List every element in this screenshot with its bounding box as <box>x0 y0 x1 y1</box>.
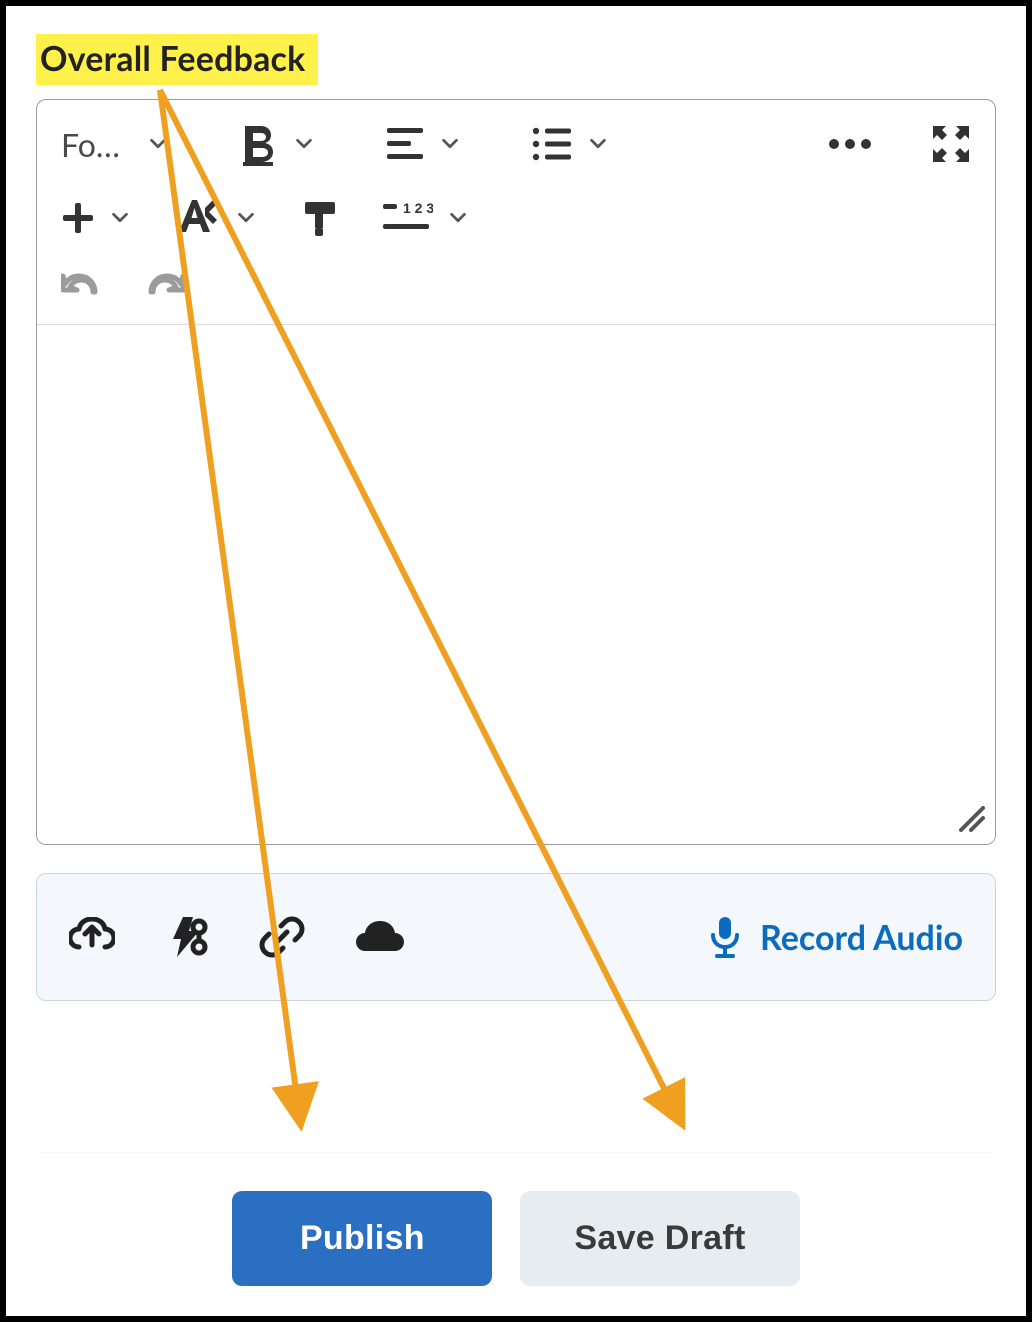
title-wrap: Overall Feedback <box>36 34 996 85</box>
chevron-down-icon[interactable] <box>443 203 473 233</box>
quicklink-icon[interactable] <box>165 915 209 959</box>
resize-handle-icon[interactable] <box>955 802 985 836</box>
footer: Publish Save Draft <box>36 1152 996 1286</box>
editor-textarea[interactable] <box>37 325 995 844</box>
chevron-down-icon[interactable] <box>143 129 173 159</box>
toolbar-row-2: 1 2 3 <box>61 198 971 238</box>
bold-button[interactable] <box>239 122 319 166</box>
chevron-down-icon[interactable] <box>435 129 465 159</box>
record-audio-label: Record Audio <box>760 917 963 958</box>
align-icon <box>385 126 425 162</box>
text-style-icon <box>175 198 221 238</box>
svg-text:1 2 3: 1 2 3 <box>403 200 433 216</box>
rich-text-editor: Fo… <box>36 99 996 845</box>
editor-toolbar: Fo… <box>37 100 995 325</box>
chevron-down-icon[interactable] <box>583 129 613 159</box>
save-draft-button[interactable]: Save Draft <box>520 1191 799 1286</box>
chevron-down-icon[interactable] <box>105 203 135 233</box>
chevron-down-icon[interactable] <box>289 129 319 159</box>
more-icon[interactable] <box>827 137 873 151</box>
link-icon[interactable] <box>259 914 305 960</box>
toolbar-row-3 <box>61 270 971 308</box>
numbered-list-icon: 1 2 3 <box>381 200 433 236</box>
attachment-icons <box>69 914 405 960</box>
feedback-panel: Overall Feedback Fo… <box>0 0 1032 1322</box>
cloud-drive-icon[interactable] <box>355 919 405 955</box>
record-audio-button[interactable]: Record Audio <box>708 915 963 959</box>
text-style-button[interactable] <box>175 198 261 238</box>
font-picker[interactable]: Fo… <box>61 125 173 164</box>
list-button[interactable] <box>531 126 613 162</box>
chevron-down-icon[interactable] <box>231 203 261 233</box>
publish-button[interactable]: Publish <box>232 1191 492 1286</box>
undo-icon[interactable] <box>61 270 101 308</box>
align-button[interactable] <box>385 126 465 162</box>
attachment-bar: Record Audio <box>36 873 996 1001</box>
fullscreen-icon[interactable] <box>931 124 971 164</box>
insert-button[interactable] <box>61 201 135 235</box>
bold-icon <box>239 122 279 166</box>
overall-feedback-title: Overall Feedback <box>36 34 318 85</box>
font-label: Fo… <box>61 125 133 164</box>
numbered-list-button[interactable]: 1 2 3 <box>381 200 473 236</box>
cloud-upload-icon[interactable] <box>69 917 115 957</box>
redo-icon[interactable] <box>145 270 185 308</box>
list-icon <box>531 126 573 162</box>
plus-icon <box>61 201 95 235</box>
format-painter-icon[interactable] <box>301 198 341 238</box>
toolbar-row-1: Fo… <box>61 122 971 166</box>
microphone-icon <box>708 915 742 959</box>
